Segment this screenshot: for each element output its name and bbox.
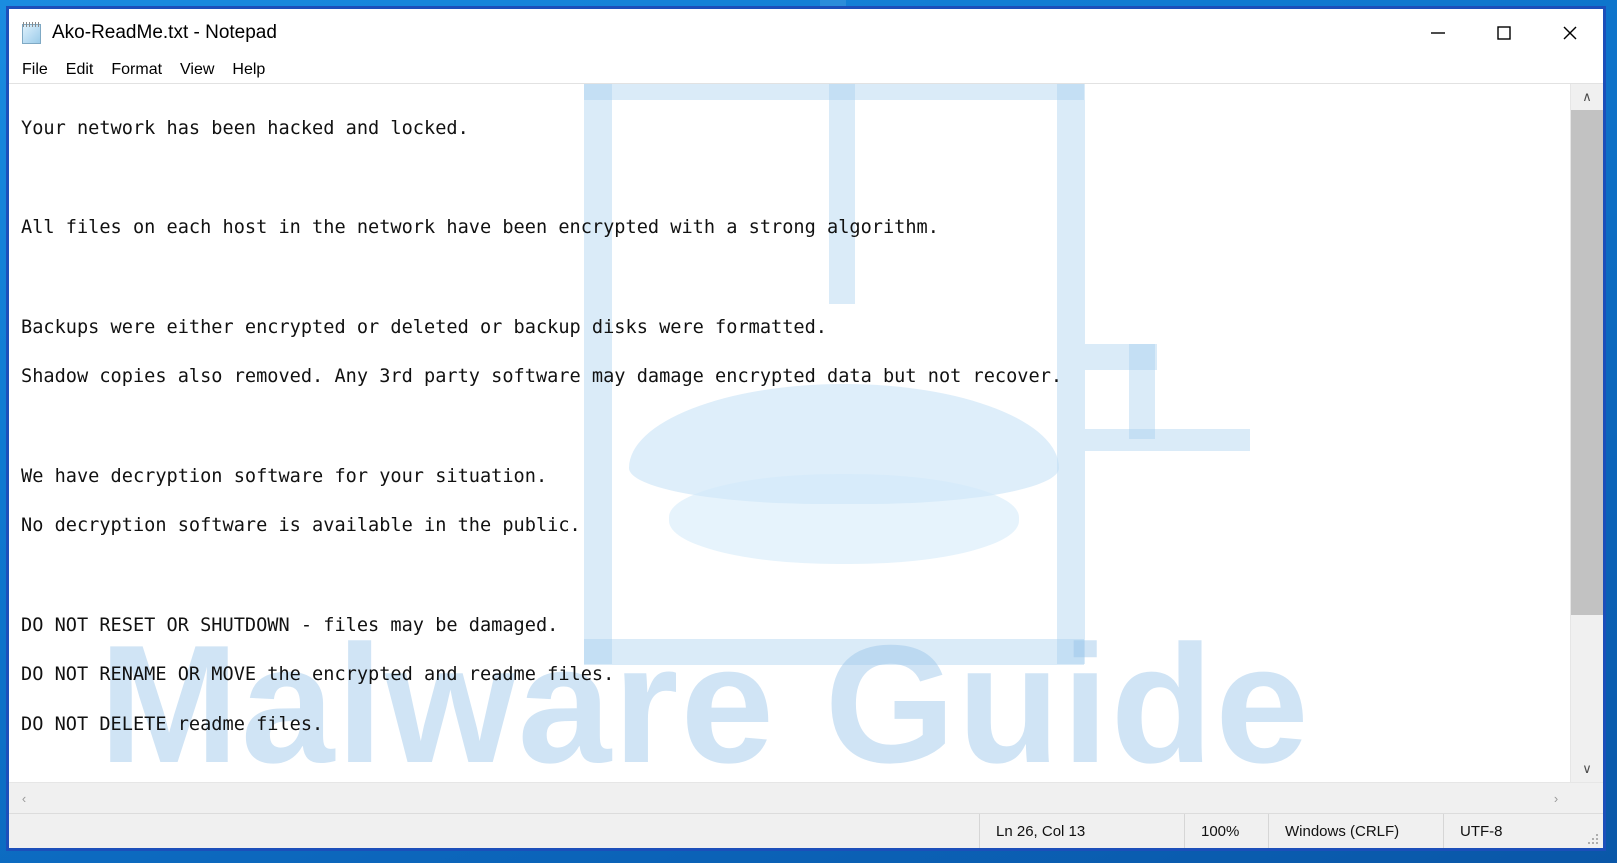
text-line: We have decryption software for your sit… — [21, 465, 548, 487]
title-bar-left: Ako-ReadMe.txt - Notepad — [9, 21, 277, 45]
text-line: Your network has been hacked and locked. — [21, 117, 469, 139]
menu-bar: File Edit Format View Help — [9, 57, 1603, 84]
vertical-scrollbar[interactable]: ∧ ∨ — [1570, 84, 1603, 782]
text-line-blank — [21, 415, 1331, 440]
menu-item-edit[interactable]: Edit — [64, 60, 96, 80]
text-editor[interactable]: Malware Guide Your network has been hack… — [9, 84, 1570, 782]
text-line: No decryption software is available in t… — [21, 515, 581, 537]
vertical-scrollbar-track[interactable] — [1571, 110, 1603, 756]
notepad-window: Ako-ReadMe.txt - Notepad File Edit Forma… — [6, 6, 1606, 851]
window-title: Ako-ReadMe.txt - Notepad — [52, 22, 277, 43]
status-cursor-position: Ln 26, Col 13 — [979, 814, 1184, 848]
status-bar: Ln 26, Col 13 100% Windows (CRLF) UTF-8 — [9, 813, 1603, 848]
text-line-blank — [21, 266, 1331, 291]
text-line: DO NOT RESET OR SHUTDOWN - files may be … — [21, 614, 559, 636]
scroll-up-icon[interactable]: ∧ — [1571, 84, 1603, 110]
menu-item-help[interactable]: Help — [230, 60, 267, 80]
vertical-scrollbar-thumb[interactable] — [1571, 110, 1603, 615]
menu-item-view[interactable]: View — [178, 60, 216, 80]
minimize-icon — [1431, 32, 1445, 34]
text-line: All files on each host in the network ha… — [21, 217, 939, 239]
text-line: DO NOT RENAME OR MOVE the encrypted and … — [21, 664, 615, 686]
text-line: Backups were either encrypted or deleted… — [21, 316, 827, 338]
minimize-button[interactable] — [1405, 9, 1471, 57]
scroll-right-icon[interactable]: › — [1541, 783, 1571, 813]
maximize-button[interactable] — [1471, 9, 1537, 57]
text-line-blank — [21, 564, 1331, 589]
text-line: DO NOT DELETE readme files. — [21, 714, 324, 736]
horizontal-scrollbar-track[interactable] — [39, 783, 1541, 813]
text-line: Shadow copies also removed. Any 3rd part… — [21, 366, 1063, 388]
maximize-icon — [1497, 26, 1511, 40]
scrollbar-corner — [1571, 783, 1603, 813]
title-bar[interactable]: Ako-ReadMe.txt - Notepad — [9, 9, 1603, 57]
status-zoom-level: 100% — [1184, 814, 1268, 848]
text-line-blank — [21, 763, 1331, 782]
menu-item-format[interactable]: Format — [109, 60, 164, 80]
resize-grip-icon[interactable] — [1587, 833, 1599, 845]
scroll-down-icon[interactable]: ∨ — [1571, 756, 1603, 782]
window-controls — [1405, 9, 1603, 57]
close-button[interactable] — [1537, 9, 1603, 57]
status-encoding: UTF-8 — [1443, 814, 1603, 848]
document-text[interactable]: Your network has been hacked and locked.… — [9, 84, 1331, 782]
menu-item-file[interactable]: File — [20, 60, 50, 80]
horizontal-scrollbar[interactable]: ‹ › — [9, 782, 1603, 813]
status-line-ending: Windows (CRLF) — [1268, 814, 1443, 848]
close-icon — [1563, 26, 1577, 40]
scroll-left-icon[interactable]: ‹ — [9, 783, 39, 813]
notepad-icon — [21, 21, 43, 45]
editor-area: Malware Guide Your network has been hack… — [9, 84, 1603, 782]
text-line-blank — [21, 167, 1331, 192]
